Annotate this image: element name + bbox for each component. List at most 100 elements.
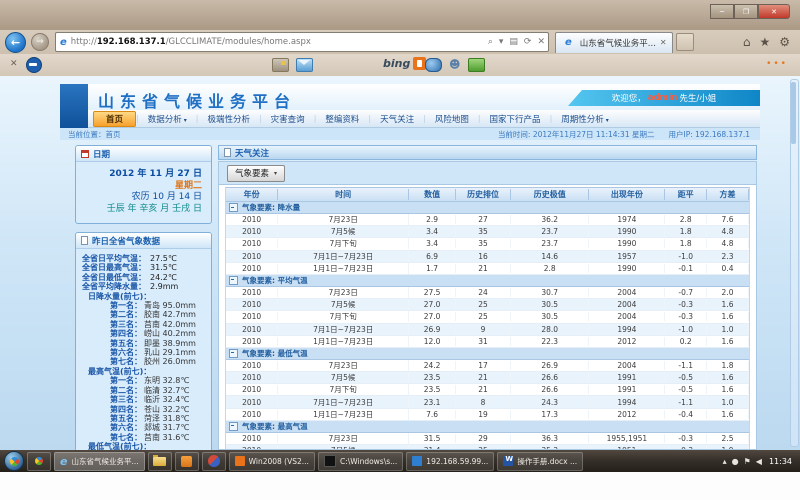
collapse-icon[interactable] (229, 203, 238, 212)
column-header-6[interactable]: 距平 (665, 189, 707, 200)
compatibility-view-icon[interactable]: ▤ (509, 37, 518, 47)
table-cell: -0.1 (665, 264, 707, 273)
window-minimize-button[interactable]: ─ (710, 4, 734, 19)
collapse-icon[interactable] (229, 276, 238, 285)
collapse-icon[interactable] (229, 422, 238, 431)
column-header-4[interactable]: 历史极值 (511, 189, 589, 200)
column-header-2[interactable]: 数值 (409, 189, 456, 200)
column-header-3[interactable]: 历史排位 (456, 189, 511, 200)
bing-logo[interactable]: bing (383, 57, 426, 70)
column-header-0[interactable]: 年份 (226, 189, 278, 200)
app-button-orange[interactable] (175, 452, 199, 471)
scrollbar-thumb[interactable] (791, 82, 796, 144)
table-cell: 1.6 (707, 337, 749, 346)
browser-tab[interactable]: e 山东省气候业务平... ✕ (555, 32, 673, 53)
tray-volume-icon[interactable]: ◀ (756, 457, 762, 466)
home-icon[interactable]: ⌂ (743, 35, 751, 49)
mail-icon[interactable] (296, 58, 313, 72)
messenger-icon[interactable]: ☻ (449, 58, 464, 70)
table-cell: 2010 (226, 312, 278, 321)
nav-item-6[interactable]: 风险地图 (426, 112, 478, 126)
tab-close-icon[interactable]: ✕ (660, 38, 667, 47)
weather-line: 全省日平均气温：27.5℃ (78, 254, 209, 263)
column-header-7[interactable]: 方差 (707, 189, 749, 200)
table-row[interactable]: 20107月下旬3.43523.719901.84.8 (226, 238, 749, 250)
nav-item-4[interactable]: 整编资料 (316, 112, 368, 126)
nav-item-2[interactable]: 极端性分析 (198, 112, 259, 126)
table-group-header[interactable]: 气象要素: 平均气温 (226, 275, 749, 287)
addon-logo-icon[interactable] (26, 57, 42, 73)
table-cell: 6.9 (409, 252, 456, 261)
weather-line: 第四名：苍山 32.2℃ (78, 405, 209, 414)
nav-item-3[interactable]: 灾害查询 (262, 112, 314, 126)
user-ip: 用户IP: 192.168.137.1 (668, 129, 750, 140)
table-row[interactable]: 20107月下旬23.52126.61991-0.51.6 (226, 384, 749, 396)
explorer-button[interactable] (148, 452, 172, 471)
address-bar[interactable]: e http://192.168.137.1/GLCCLIMATE/module… (55, 32, 549, 52)
table-row[interactable]: 20107月下旬27.02530.52004-0.31.6 (226, 311, 749, 323)
table-cell: 24.2 (409, 361, 456, 370)
taskbar-window-button[interactable]: 192.168.59.99... (406, 452, 494, 471)
window-maximize-button[interactable]: ❐ (734, 4, 758, 19)
page-scrollbar[interactable] (790, 79, 799, 447)
table-group-header[interactable]: 气象要素: 最高气温 (226, 421, 749, 433)
media-player-button[interactable] (202, 452, 226, 471)
favorites-star-icon[interactable]: ★ (759, 35, 770, 49)
browser-forward-button[interactable]: → (31, 33, 49, 51)
new-tab-button[interactable] (676, 33, 694, 51)
stop-icon[interactable]: ✕ (537, 37, 545, 47)
webcam-icon[interactable] (425, 58, 442, 72)
table-group-header[interactable]: 气象要素: 降水量 (226, 202, 749, 214)
tray-network-icon[interactable]: ● (732, 457, 739, 466)
table-row[interactable]: 20107月5候3.43523.719901.84.8 (226, 226, 749, 238)
table-cell: 3.4 (409, 239, 456, 248)
nav-item-8[interactable]: 周期性分析▾ (552, 112, 618, 126)
refresh-icon[interactable]: ⟳ (524, 37, 532, 47)
window-close-button[interactable]: ✕ (758, 4, 790, 19)
capture-icon[interactable] (272, 58, 289, 72)
more-options-icon[interactable]: ••• (766, 59, 788, 69)
table-row[interactable]: 20107月5候23.52126.61991-0.51.6 (226, 372, 749, 384)
table-row[interactable]: 20107月1日~7月23日26.9928.01994-1.01.0 (226, 324, 749, 336)
start-button[interactable] (4, 451, 24, 471)
table-row[interactable]: 20107月5候27.02530.52004-0.31.6 (226, 299, 749, 311)
welcome-banner: 欢迎您，admin 先生/小姐 (568, 90, 760, 106)
search-icon[interactable]: ⌕ (488, 37, 493, 47)
table-cell: 28.0 (511, 325, 589, 334)
column-header-1[interactable]: 时间 (278, 189, 409, 200)
pinned-app-button[interactable] (27, 452, 51, 471)
table-row[interactable]: 20107月23日27.52430.72004-0.72.0 (226, 287, 749, 299)
column-header-5[interactable]: 出现年份 (589, 189, 665, 200)
weather-line: 日降水量(前七)： (78, 292, 209, 301)
taskbar-clock[interactable]: 11:34 (769, 457, 792, 466)
table-row[interactable]: 20107月1日~7月23日23.1824.31994-1.11.0 (226, 396, 749, 408)
collapse-icon[interactable] (229, 349, 238, 358)
table-row[interactable]: 20107月23日24.21726.92004-1.11.8 (226, 360, 749, 372)
taskbar-window-button[interactable]: Win2008 (VS2... (229, 452, 315, 471)
nav-item-7[interactable]: 国家下行产品 (481, 112, 550, 126)
table-group-header[interactable]: 气象要素: 最低气温 (226, 348, 749, 360)
element-filter-button[interactable]: 气象要素 ▾ (227, 165, 285, 182)
table-row[interactable]: 20107月23日31.52936.31955,1951-0.32.5 (226, 433, 749, 445)
tray-flag-icon[interactable]: ⚑ (744, 457, 751, 466)
taskbar-window-button[interactable]: 操作手册.docx ... (497, 452, 583, 471)
table-row[interactable]: 20101月1日~7月23日7.61917.32012-0.41.6 (226, 409, 749, 421)
taskbar-window-button[interactable]: C:\Windows\s... (318, 452, 403, 471)
table-row[interactable]: 20107月1日~7月23日6.91614.61957-1.02.3 (226, 251, 749, 263)
table-row[interactable]: 20101月1日~7月23日1.7212.81990-0.10.4 (226, 263, 749, 275)
table-row[interactable]: 20107月23日2.92736.219742.87.6 (226, 214, 749, 226)
nav-item-1[interactable]: 数据分析▾ (139, 112, 196, 126)
table-row[interactable]: 20101月1日~7月23日12.03122.320120.21.6 (226, 336, 749, 348)
table-cell: -0.5 (665, 373, 707, 382)
show-hidden-icons[interactable]: ▴ (723, 457, 727, 466)
taskbar-ie-button[interactable]: e 山东省气候业务平... (54, 452, 145, 471)
addon-puzzle-icon[interactable] (468, 58, 485, 72)
browser-back-button[interactable]: ← (5, 32, 26, 53)
settings-gear-icon[interactable]: ⚙ (779, 35, 790, 49)
weather-line: 第五名：菏泽 31.8℃ (78, 414, 209, 423)
close-bar-icon[interactable]: ✕ (10, 59, 18, 69)
nav-item-5[interactable]: 天气关注 (371, 112, 423, 126)
main-panel-title: 天气关注 (235, 147, 269, 159)
nav-item-0[interactable]: 首页 (93, 111, 136, 127)
dropdown-arrow-icon[interactable]: ▾ (499, 37, 504, 47)
